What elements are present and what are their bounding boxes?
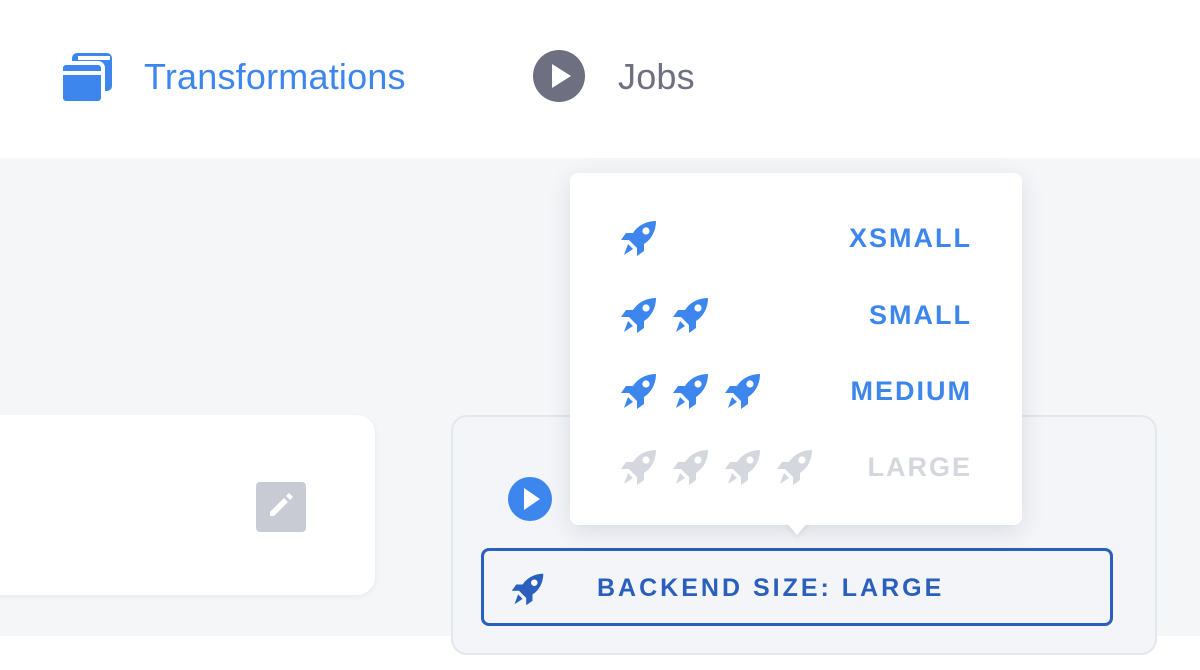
rocket-icon	[618, 447, 660, 487]
size-option-xsmall[interactable]: XSMALL	[570, 203, 1022, 273]
pencil-icon	[264, 488, 298, 527]
rocket-icons	[618, 218, 670, 258]
size-option-large: LARGE	[570, 432, 1022, 502]
size-option-label: LARGE	[867, 452, 972, 482]
size-option-label: MEDIUM	[850, 376, 972, 406]
rocket-icon	[670, 295, 712, 335]
size-option-small[interactable]: SMALL	[570, 280, 1022, 350]
rocket-icon	[618, 218, 660, 258]
rocket-icon	[722, 447, 764, 487]
run-button[interactable]	[507, 476, 553, 522]
nav-tab-transformations[interactable]: Transformations	[58, 42, 406, 112]
rocket-icons	[618, 447, 826, 487]
nav-tab-jobs[interactable]: Jobs	[532, 42, 695, 112]
top-navigation: Transformations Jobs	[0, 0, 1200, 158]
files-icon	[58, 49, 114, 105]
size-option-label: SMALL	[869, 300, 972, 330]
edit-button[interactable]	[256, 482, 306, 532]
play-circle-icon	[507, 477, 553, 526]
rocket-icons	[618, 295, 722, 335]
rocket-icon	[722, 371, 764, 411]
transformation-card	[0, 415, 375, 595]
backend-size-button[interactable]: BACKEND SIZE: LARGE	[481, 548, 1113, 626]
backend-size-label: BACKEND SIZE: LARGE	[597, 574, 945, 602]
rocket-icon	[670, 447, 712, 487]
size-option-label: XSMALL	[849, 223, 972, 253]
rocket-icon	[774, 447, 816, 487]
rocket-icon	[510, 571, 546, 607]
nav-tab-transformations-label: Transformations	[144, 56, 406, 97]
rocket-icon	[618, 295, 660, 335]
rocket-icon	[618, 371, 660, 411]
play-circle-icon	[532, 49, 588, 105]
rocket-icons	[618, 371, 774, 411]
rocket-icon	[670, 371, 712, 411]
size-option-medium[interactable]: MEDIUM	[570, 356, 1022, 426]
nav-tab-jobs-label: Jobs	[618, 56, 695, 97]
dropdown-arrow	[785, 521, 809, 535]
